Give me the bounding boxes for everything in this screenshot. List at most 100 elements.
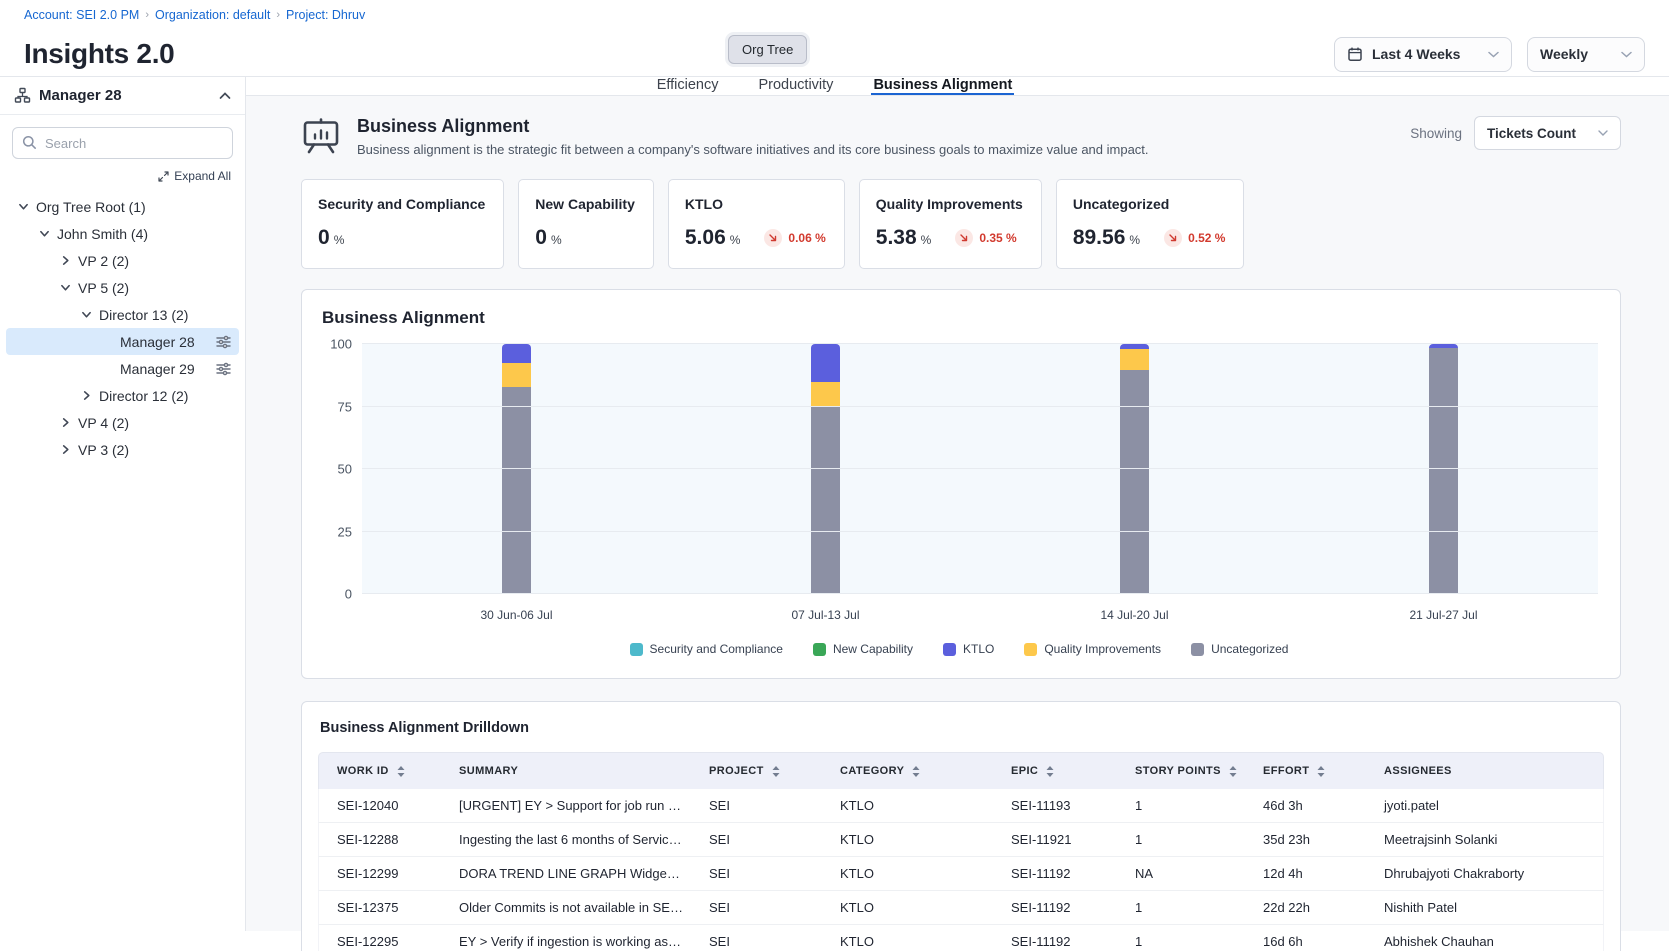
gridline	[362, 343, 1598, 344]
legend-item-security-and-compliance[interactable]: Security and Compliance	[630, 642, 783, 656]
tree-item-vp-2-2-[interactable]: VP 2 (2)	[6, 247, 239, 274]
tree-item-manager-28[interactable]: Manager 28	[6, 328, 239, 355]
bar-column[interactable]	[1289, 344, 1598, 594]
sort-icon[interactable]	[1229, 766, 1237, 777]
table-row[interactable]: SEI-12040[URGENT] EY > Support for job r…	[318, 789, 1604, 823]
tree-item-director-12-2-[interactable]: Director 12 (2)	[6, 382, 239, 409]
breadcrumb-link[interactable]: Project: Dhruv	[286, 8, 365, 22]
tree-item-org-tree-root-1-[interactable]: Org Tree Root (1)	[6, 193, 239, 220]
org-tree-button[interactable]: Org Tree	[728, 35, 807, 64]
kpi-title: Quality Improvements	[876, 196, 1023, 212]
chevron-down-icon[interactable]	[79, 308, 93, 322]
column-header-story-points[interactable]: STORY POINTS	[1117, 752, 1245, 789]
chevron-down-icon[interactable]	[37, 227, 51, 241]
bar-segment-ktlo[interactable]	[502, 344, 531, 363]
breadcrumb-separator-icon: ›	[276, 9, 280, 21]
sort-icon[interactable]	[1046, 766, 1054, 777]
business-alignment-chart-card: Business Alignment 0255075100 30 Jun-06 …	[301, 289, 1621, 679]
kpi-trend-value: 0.52 %	[1188, 231, 1225, 245]
legend-item-quality-improvements[interactable]: Quality Improvements	[1024, 642, 1161, 656]
column-label: ASSIGNEES	[1384, 765, 1452, 777]
table-header-row: WORK IDSUMMARYPROJECTCATEGORYEPICSTORY P…	[318, 752, 1604, 789]
granularity-dropdown[interactable]: Weekly	[1527, 37, 1645, 72]
showing-dropdown[interactable]: Tickets Count	[1474, 116, 1621, 150]
filter-icon[interactable]	[216, 362, 231, 376]
table-row[interactable]: SEI-12299DORA TREND LINE GRAPH Widgets i…	[318, 857, 1604, 891]
legend-item-ktlo[interactable]: KTLO	[943, 642, 994, 656]
table-cell: Abhishek Chauhan	[1366, 925, 1604, 951]
table-cell: SEI-12288	[318, 823, 441, 857]
bar-column[interactable]	[980, 344, 1289, 594]
tree-item-vp-4-2-[interactable]: VP 4 (2)	[6, 409, 239, 436]
column-header-work-id[interactable]: WORK ID	[318, 752, 441, 789]
date-range-dropdown[interactable]: Last 4 Weeks	[1334, 37, 1512, 72]
kpi-title: Security and Compliance	[318, 196, 485, 212]
collapse-sidebar-icon[interactable]	[219, 92, 231, 100]
bar-segment-quality-improvements[interactable]	[502, 363, 531, 387]
search-input[interactable]	[12, 127, 233, 159]
tree-item-john-smith-4-[interactable]: John Smith (4)	[6, 220, 239, 247]
column-header-project[interactable]: PROJECT	[691, 752, 822, 789]
column-header-category[interactable]: CATEGORY	[822, 752, 993, 789]
table-cell: 1	[1117, 789, 1245, 823]
tree-item-label: John Smith (4)	[57, 226, 148, 242]
stacked-bar	[1429, 344, 1458, 594]
column-label: EFFORT	[1263, 765, 1309, 777]
table-row[interactable]: SEI-12288Ingesting the last 6 months of …	[318, 823, 1604, 857]
tree-item-label: Manager 29	[120, 361, 195, 377]
chevron-down-icon[interactable]	[16, 200, 30, 214]
sort-icon[interactable]	[772, 766, 780, 777]
table-cell: 46d 3h	[1245, 789, 1366, 823]
sort-icon[interactable]	[912, 766, 920, 777]
kpi-card-security-and-compliance: Security and Compliance0%	[301, 179, 504, 269]
column-label: EPIC	[1011, 765, 1038, 777]
tree-item-manager-29[interactable]: Manager 29	[6, 355, 239, 382]
x-tick-label: 30 Jun-06 Jul	[362, 608, 671, 622]
table-cell: KTLO	[822, 857, 993, 891]
kpi-card-ktlo: KTLO5.06%0.06 %	[668, 179, 845, 269]
column-header-epic[interactable]: EPIC	[993, 752, 1117, 789]
tab-business-alignment[interactable]: Business Alignment	[871, 77, 1014, 95]
bar-segment-uncategorized[interactable]	[1429, 348, 1458, 594]
legend-label: Uncategorized	[1211, 642, 1288, 656]
bar-column[interactable]	[362, 344, 671, 594]
table-cell: 12d 4h	[1245, 857, 1366, 891]
tree-item-label: VP 2 (2)	[78, 253, 129, 269]
breadcrumb-link[interactable]: Organization: default	[155, 8, 270, 22]
chevron-right-icon[interactable]	[58, 443, 72, 457]
gridline	[362, 531, 1598, 532]
bar-column[interactable]	[671, 344, 980, 594]
bar-segment-quality-improvements[interactable]	[811, 382, 840, 407]
bar-segment-uncategorized[interactable]	[1120, 370, 1149, 594]
chevron-right-icon[interactable]	[58, 254, 72, 268]
breadcrumb-link[interactable]: Account: SEI 2.0 PM	[24, 8, 139, 22]
column-label: WORK ID	[337, 765, 389, 777]
legend-item-new-capability[interactable]: New Capability	[813, 642, 913, 656]
bar-segment-ktlo[interactable]	[811, 344, 840, 382]
expand-all-button[interactable]: Expand All	[0, 163, 245, 187]
tree-item-director-13-2-[interactable]: Director 13 (2)	[6, 301, 239, 328]
bar-segment-uncategorized[interactable]	[502, 387, 531, 595]
column-header-effort[interactable]: EFFORT	[1245, 752, 1366, 789]
table-row[interactable]: SEI-12295EY > Verify if ingestion is wor…	[318, 925, 1604, 951]
chevron-right-icon[interactable]	[58, 416, 72, 430]
tab-productivity[interactable]: Productivity	[756, 77, 835, 95]
tab-efficiency[interactable]: Efficiency	[655, 77, 721, 95]
chevron-down-icon[interactable]	[58, 281, 72, 295]
tree-spacer	[100, 362, 114, 376]
kpi-trend-value: 0.06 %	[788, 231, 825, 245]
legend-item-uncategorized[interactable]: Uncategorized	[1191, 642, 1288, 656]
page-title: Insights 2.0	[24, 38, 174, 70]
kpi-unit: %	[551, 233, 562, 247]
bar-segment-quality-improvements[interactable]	[1120, 349, 1149, 370]
sort-icon[interactable]	[1317, 766, 1325, 777]
tree-item-vp-5-2-[interactable]: VP 5 (2)	[6, 274, 239, 301]
filter-icon[interactable]	[216, 335, 231, 349]
table-row[interactable]: SEI-12375Older Commits is not available …	[318, 891, 1604, 925]
legend-swatch	[630, 643, 643, 656]
bar-segment-uncategorized[interactable]	[811, 407, 840, 595]
sort-icon[interactable]	[397, 766, 405, 777]
kpi-card-uncategorized: Uncategorized89.56%0.52 %	[1056, 179, 1245, 269]
tree-item-vp-3-2-[interactable]: VP 3 (2)	[6, 436, 239, 463]
chevron-right-icon[interactable]	[79, 389, 93, 403]
